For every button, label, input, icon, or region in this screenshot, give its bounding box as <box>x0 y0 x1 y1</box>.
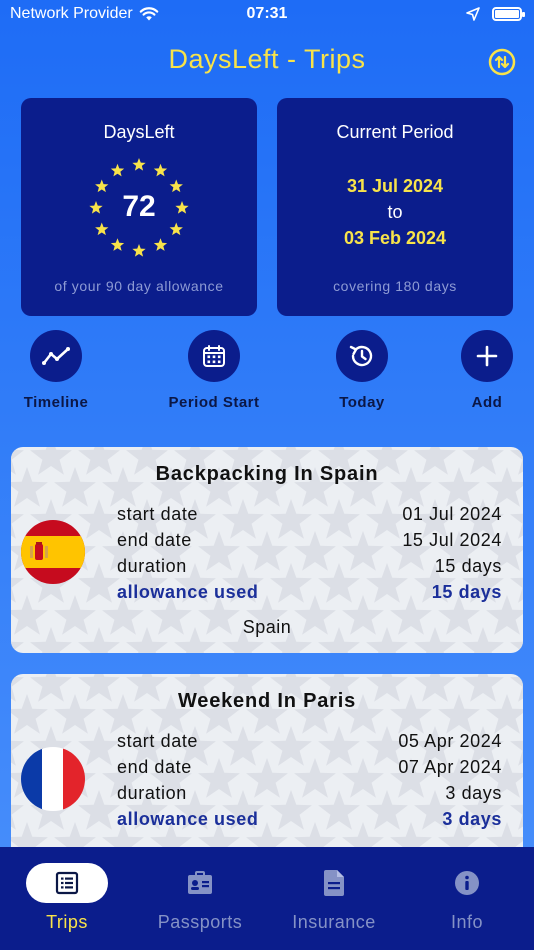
duration-value: 3 days <box>445 782 502 803</box>
period-end-date: 03 Feb 2024 <box>343 228 447 248</box>
wifi-icon <box>139 7 159 21</box>
current-period-footer: covering 180 days <box>333 278 457 294</box>
sync-button[interactable] <box>488 48 516 76</box>
add-trip-button[interactable]: Add <box>432 330 534 411</box>
trip-title: Weekend In Paris <box>177 690 357 712</box>
trip-row-allowance: allowance used 15 days <box>117 579 502 605</box>
period-start-date: 31 Jul 2024 <box>346 176 444 196</box>
start-date-label: start date <box>117 503 199 524</box>
eu-star <box>153 238 168 251</box>
document-icon <box>324 870 344 896</box>
history-icon <box>349 345 373 367</box>
france-flag-icon <box>21 747 85 811</box>
tab-insurance[interactable]: Insurance <box>267 863 401 933</box>
days-left-footer: of your 90 day allowance <box>54 278 224 294</box>
tab-info-label: Info <box>450 912 484 932</box>
allowance-value: 15 days <box>431 581 502 602</box>
trip-row-end: end date 15 Jul 2024 <box>117 527 502 553</box>
timeline-icon <box>42 347 70 365</box>
eu-star <box>110 163 125 177</box>
spain-flag-icon <box>21 520 85 584</box>
trip-title: Backpacking In Spain <box>155 463 379 485</box>
trip-row-start: start date 01 Jul 2024 <box>117 501 502 527</box>
days-left-title: DaysLeft <box>103 122 175 142</box>
timeline-label: Timeline <box>23 394 89 411</box>
eu-star <box>95 222 109 236</box>
trip-row-end: end date 07 Apr 2024 <box>117 754 502 780</box>
trip-details: start date 05 Apr 2024 end date 07 Apr 2… <box>117 728 502 832</box>
page-title: DaysLeft - Trips <box>168 44 366 74</box>
timeline-circle[interactable] <box>30 330 82 382</box>
eu-star <box>132 158 146 171</box>
battery-icon <box>492 7 525 21</box>
end-date-value: 15 Jul 2024 <box>402 529 502 550</box>
eu-star <box>132 244 146 257</box>
info-icon <box>455 871 479 895</box>
trip-row-duration: duration 15 days <box>117 553 502 579</box>
period-to-label: to <box>387 202 403 222</box>
tab-passports[interactable]: Passports <box>133 863 267 933</box>
timeline-button[interactable]: Timeline <box>1 330 111 411</box>
passport-icon <box>188 871 212 894</box>
trip-card-spain[interactable]: Backpacking In Spain start date 01 Jul 2… <box>11 447 523 653</box>
status-bar: Network Provider 07:31 <box>0 0 534 28</box>
start-date-value: 01 Jul 2024 <box>402 503 502 524</box>
tab-passports-label: Passports <box>157 912 243 932</box>
end-date-label: end date <box>117 529 192 550</box>
today-button[interactable]: Today <box>307 330 417 411</box>
status-left: Network Provider <box>10 5 159 23</box>
tab-passports-pill[interactable] <box>159 863 241 903</box>
add-label: Add <box>471 394 503 411</box>
tab-insurance-label: Insurance <box>292 912 376 932</box>
trip-row-duration: duration 3 days <box>117 780 502 806</box>
trip-details: start date 01 Jul 2024 end date 15 Jul 2… <box>117 501 502 605</box>
tab-trips[interactable]: Trips <box>0 863 134 933</box>
today-label: Today <box>339 394 385 411</box>
tab-bar: Trips Passports Insurance Info <box>0 847 534 950</box>
end-date-value: 07 Apr 2024 <box>398 756 502 777</box>
trip-row-start: start date 05 Apr 2024 <box>117 728 502 754</box>
duration-label: duration <box>117 782 187 803</box>
status-right <box>466 7 525 21</box>
eu-star <box>110 238 125 251</box>
duration-label: duration <box>117 555 187 576</box>
trips-list-icon <box>55 871 79 895</box>
current-period-panel: Current Period 31 Jul 2024 to 03 Feb 202… <box>277 98 513 316</box>
start-date-value: 05 Apr 2024 <box>398 730 502 751</box>
tab-insurance-pill[interactable] <box>293 863 375 903</box>
today-circle[interactable] <box>336 330 388 382</box>
period-range: 31 Jul 2024 to 03 Feb 2024 <box>277 173 513 251</box>
period-start-label: Period Start <box>168 394 260 411</box>
sync-arrows-icon <box>488 48 516 76</box>
days-left-panel: DaysLeft 72 of your 90 day allowance <box>21 98 257 316</box>
end-date-label: end date <box>117 756 192 777</box>
period-start-circle[interactable] <box>188 330 240 382</box>
tab-info[interactable]: Info <box>400 863 534 933</box>
allowance-value: 3 days <box>442 808 502 829</box>
days-left-value: 72 <box>122 190 156 223</box>
tab-trips-label: Trips <box>46 912 88 932</box>
period-start-button[interactable]: Period Start <box>159 330 269 411</box>
tab-info-pill[interactable] <box>426 863 508 903</box>
trip-country: Spain <box>242 617 292 637</box>
add-circle[interactable] <box>461 330 513 382</box>
carrier-name: Network Provider <box>10 5 133 22</box>
allowance-label: allowance used <box>117 808 259 829</box>
eu-star <box>169 222 183 236</box>
location-arrow-icon <box>466 7 480 21</box>
trip-card-paris[interactable]: Weekend In Paris start date 05 Apr 2024 … <box>11 674 523 874</box>
calendar-icon <box>203 345 225 367</box>
duration-value: 15 days <box>434 555 502 576</box>
start-date-label: start date <box>117 730 199 751</box>
allowance-label: allowance used <box>117 581 259 602</box>
trip-row-allowance: allowance used 3 days <box>117 806 502 832</box>
eu-star <box>153 163 168 177</box>
plus-icon <box>476 345 498 367</box>
tab-trips-pill[interactable] <box>26 863 108 903</box>
current-period-title: Current Period <box>336 122 454 142</box>
